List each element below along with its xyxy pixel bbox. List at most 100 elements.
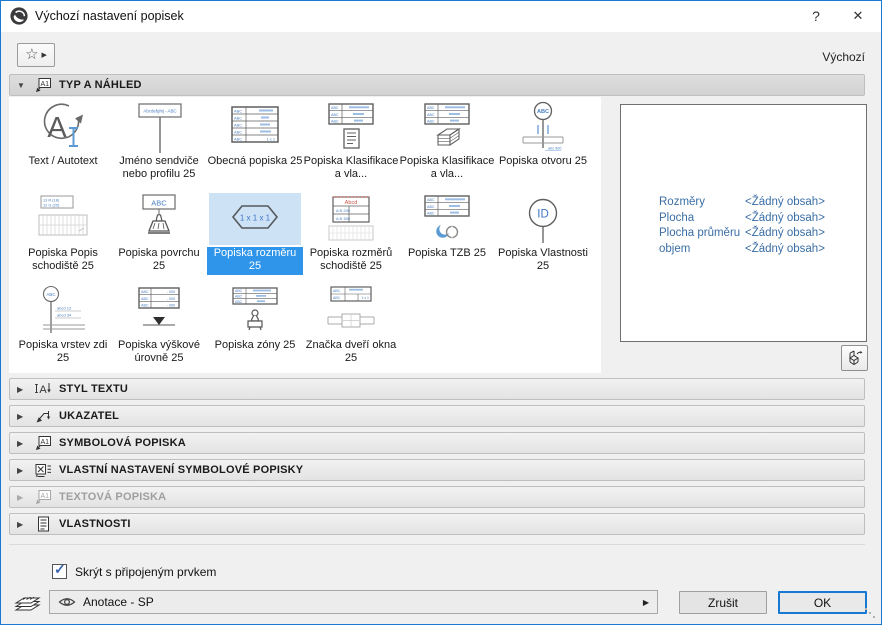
title-bar: Výchozí nastavení popisek ? ✕	[1, 1, 881, 32]
preview-field-name: Rozměry	[659, 196, 706, 208]
wall-layers-label-icon: ABC abcd 12 abcd 34	[42, 285, 85, 333]
preview-field-name: Plocha průměru	[659, 227, 741, 239]
triangle-right-icon: ▶	[17, 384, 24, 394]
label-type-item[interactable]: ABC ABC ABC Popiska TZB 25	[399, 189, 495, 281]
preview-content: Rozměry <Žádný obsah> Plocha <Žádný obsah>…	[659, 195, 825, 257]
layers-icon	[14, 596, 41, 611]
zone-stamp-label-icon: ABC ABC ABC	[232, 287, 278, 331]
custom-settings-icon	[35, 464, 51, 477]
triangle-right-icon: ▶	[17, 492, 24, 502]
text-style-icon: A	[35, 383, 51, 396]
combo-arrow-icon: ▶	[642, 597, 649, 607]
svg-text:ABC: ABC	[331, 119, 339, 123]
label-type-item[interactable]: ID Popiska Vlastnosti 25	[495, 189, 591, 281]
resize-grip[interactable]	[865, 608, 867, 610]
preview-field-value: <Žádný obsah>	[745, 242, 825, 255]
label-type-item[interactable]: Abcd A B 200 A B 300 Popiska rozměrů sch…	[303, 189, 399, 281]
section-label: TYP A NÁHLED	[59, 79, 142, 91]
hide-with-element-checkbox[interactable]: ✓	[52, 561, 67, 579]
svg-text:ABC: ABC	[427, 198, 435, 202]
label-type-item[interactable]: 13 R (18) 12 G (25) Popiska Popis schodi…	[15, 189, 111, 281]
section-text-style[interactable]: ▶ A STYL TEXTU	[9, 378, 865, 400]
svg-text:- 000: - 000	[167, 290, 175, 294]
classification-brick-label-icon: ABC ABC ABC	[424, 103, 470, 147]
help-button[interactable]: ?	[799, 1, 833, 31]
label-type-item[interactable]: ABC ABC ABC Popiska zóny 25	[207, 281, 303, 373]
checkmark-icon: ✓	[54, 561, 66, 577]
section-label: UKAZATEL	[59, 410, 120, 422]
section-symbol-label[interactable]: ▶ A1 SYMBOLOVÁ POPISKA	[9, 432, 865, 454]
svg-text:ID: ID	[537, 209, 549, 221]
text-label-icon: A1	[36, 490, 51, 504]
close-button[interactable]: ✕	[841, 1, 875, 31]
svg-text:Abcdefghij - ABC: Abcdefghij - ABC	[143, 109, 176, 114]
dimension-label-icon: 1 x 1 x 1	[231, 205, 279, 229]
svg-text:ABC: ABC	[537, 109, 549, 115]
label-type-item[interactable]: ABC Popiska povrchu 25	[111, 189, 207, 281]
classification-doc-label-icon: ABC ABC ABC	[328, 103, 374, 149]
triangle-right-icon: ▶	[17, 519, 24, 529]
label-type-item[interactable]: ABC ABC ABC Popiska Klasifikace a vla...	[399, 97, 495, 189]
label-type-item[interactable]: ABC abc 900 Popiska otvoru 25	[495, 97, 591, 189]
section-pointer[interactable]: ▶ UKAZATEL	[9, 405, 865, 427]
svg-text:ABC: ABC	[331, 113, 339, 117]
svg-text:1 x 1: 1 x 1	[267, 137, 275, 142]
triangle-right-icon: ▶	[17, 465, 24, 475]
label-type-item[interactable]: Abcdefghij - ABC Jméno sendviče nebo pro…	[111, 97, 207, 189]
hide-with-element-label: Skrýt s připojeným prvkem	[75, 565, 217, 579]
symbol-label-icon: A1	[36, 436, 51, 450]
cancel-button[interactable]: Zrušit	[679, 591, 767, 614]
svg-text:ABC: ABC	[141, 303, 149, 307]
label-type-item[interactable]: A Text / Autotext	[15, 97, 111, 189]
svg-text:- 000: - 000	[167, 303, 175, 307]
svg-text:ABC: ABC	[234, 130, 242, 135]
label-type-item-selected[interactable]: 1 x 1 x 1 Popiska rozměru 25	[207, 189, 303, 281]
triangle-right-icon: ▶	[17, 438, 24, 448]
preview-field-name: Plocha	[659, 211, 695, 224]
preview-3d-button[interactable]	[841, 345, 868, 371]
label-type-item[interactable]: ABC ABC ABC Popiska Klasifikace a vla...	[303, 97, 399, 189]
svg-text:ABC: ABC	[235, 289, 243, 293]
general-label-icon: ABC ABC ABC ABC ABC 1 x 1	[231, 106, 279, 143]
label-type-item[interactable]: ABC ABC 1 x 1 Značka dveří okna 25	[303, 281, 399, 373]
layer-selector[interactable]: Anotace - SP ▶	[49, 590, 658, 614]
stair-description-label-icon: 13 R (18) 12 G (25)	[38, 195, 88, 236]
svg-text:ABC: ABC	[427, 119, 435, 123]
star-icon: ☆	[25, 45, 39, 63]
label-type-grid: A Text / Autotext Abcdefghij - ABC Jméno…	[9, 97, 601, 373]
section-label: SYMBOLOVÁ POPISKA	[59, 437, 186, 449]
section-label: VLASTNÍ NASTAVENÍ SYMBOLOVÉ POPISKY	[59, 464, 304, 476]
label-type-item[interactable]: ABC ABC ABC ABC ABC 1 x 1 Obecná popiska…	[207, 97, 303, 189]
svg-text:abcd 34: abcd 34	[57, 313, 72, 318]
section-type-preview[interactable]: ▼ A1 TYP A NÁHLED	[9, 74, 865, 96]
section-custom-symbol-settings[interactable]: ▶ VLASTNÍ NASTAVENÍ SYMBOLOVÉ POPISKY	[9, 459, 865, 481]
section-label: TEXTOVÁ POPISKA	[59, 491, 167, 503]
section-properties[interactable]: ▶ VLASTNOSTI	[9, 513, 865, 535]
svg-text:- 000: - 000	[167, 297, 175, 301]
layer-value: Anotace - SP	[83, 595, 154, 609]
preview-field-value: <Žádný obsah>	[745, 196, 825, 208]
svg-text:Abcd: Abcd	[345, 200, 358, 206]
svg-text:ABC: ABC	[427, 205, 435, 209]
eye-icon	[58, 598, 76, 606]
svg-text:A B 200: A B 200	[336, 208, 351, 213]
triangle-right-icon: ▶	[17, 411, 24, 421]
svg-text:1 x 1 x 1: 1 x 1 x 1	[240, 214, 271, 223]
svg-text:ABC: ABC	[333, 289, 341, 293]
svg-text:abc 900: abc 900	[548, 147, 562, 151]
svg-text:A: A	[39, 384, 47, 396]
stair-dimension-label-icon: Abcd A B 200 A B 300	[328, 196, 374, 241]
sandwich-name-icon: Abcdefghij - ABC	[138, 103, 182, 153]
surface-label-icon: ABC	[142, 194, 176, 234]
svg-text:ABC: ABC	[234, 109, 242, 114]
dialog-title: Výchozí nastavení popisek	[35, 9, 184, 23]
ok-button[interactable]: OK	[778, 591, 867, 614]
label-type-item[interactable]: ABC ABC ABC - 000 - 000 - 000 Popiska vý…	[111, 281, 207, 373]
svg-text:ABC: ABC	[234, 137, 242, 142]
favorites-button[interactable]: ☆ ▶	[17, 43, 55, 67]
label-type-item[interactable]: ABC abcd 12 abcd 34 Popiska vrstev zdi 2…	[15, 281, 111, 373]
svg-text:ABC: ABC	[151, 198, 167, 207]
symbol-label-icon: A1	[36, 78, 51, 92]
svg-text:ABC: ABC	[141, 297, 149, 301]
default-label: Výchozí	[822, 50, 865, 64]
